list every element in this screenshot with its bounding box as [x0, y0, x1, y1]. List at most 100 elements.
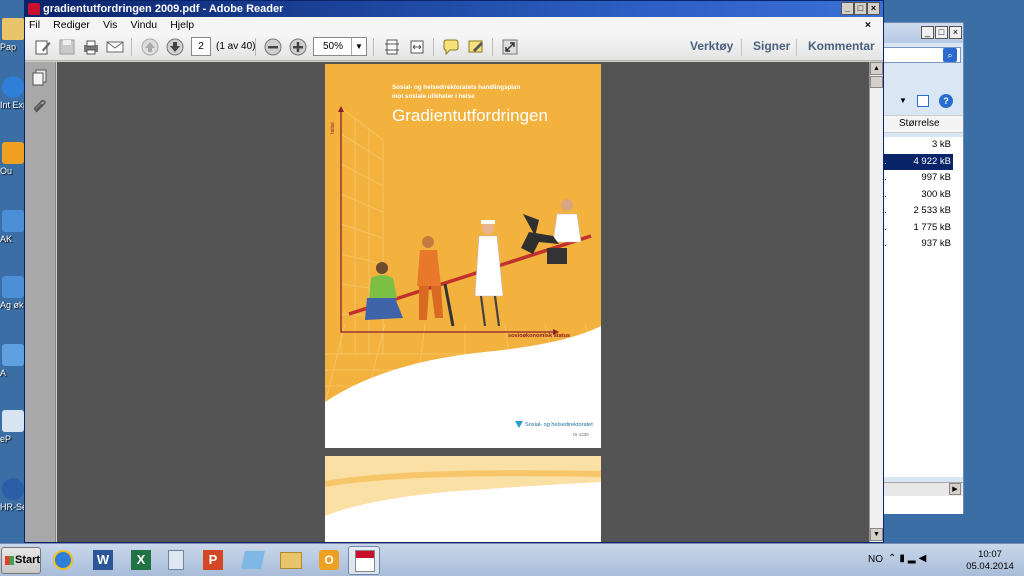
outlook-icon: [2, 142, 24, 164]
sign-link[interactable]: Signer: [753, 39, 790, 53]
previous-page-icon[interactable]: [141, 38, 159, 56]
signal-icon[interactable]: ▂: [908, 553, 919, 564]
desktop-icon[interactable]: HR-Se: [0, 478, 26, 512]
explorer-titlebar[interactable]: _ □ ×: [881, 23, 963, 43]
adobe-reader-icon: [355, 550, 375, 572]
taskbar-outlook[interactable]: O: [312, 546, 344, 575]
dropdown-arrow-icon[interactable]: ▼: [899, 96, 907, 105]
desktop-icon[interactable]: Ou: [0, 142, 26, 176]
close-button[interactable]: ×: [949, 26, 962, 39]
column-header-size[interactable]: Størrelse: [899, 118, 940, 129]
attachments-icon[interactable]: [31, 98, 49, 116]
taskbar-powerpoint[interactable]: P: [196, 546, 228, 575]
list-item[interactable]: . 997 kB: [881, 170, 963, 187]
create-edit-icon[interactable]: [34, 38, 52, 56]
row-marker: .: [884, 172, 887, 183]
scroll-thumb[interactable]: [870, 76, 883, 88]
minimize-button[interactable]: _: [841, 2, 854, 15]
list-item[interactable]: . 1 775 kB: [881, 220, 963, 237]
taskbar-excel[interactable]: X: [124, 546, 156, 575]
scroll-up-button[interactable]: ▲: [870, 62, 883, 75]
taskbar-adobe-reader[interactable]: [348, 546, 380, 575]
subtitle-line: Sosial- og helsedirektoratets handlingsp…: [392, 84, 521, 91]
taskbar-explorer[interactable]: [274, 546, 306, 575]
save-icon[interactable]: [58, 38, 76, 56]
file-size: 2 533 kB: [913, 205, 952, 216]
taskbar-internet-explorer[interactable]: [46, 546, 78, 575]
shortcut-icon: [2, 276, 24, 298]
menu-window[interactable]: Vindu: [130, 17, 157, 33]
desktop-icon[interactable]: Ag økon: [0, 276, 26, 310]
desktop-icon-label: eP: [0, 434, 12, 444]
zoom-out-icon[interactable]: [264, 38, 282, 56]
desktop-icon[interactable]: eP: [0, 410, 26, 444]
network-icon[interactable]: ▮: [899, 553, 908, 564]
help-icon[interactable]: ?: [939, 94, 953, 108]
zoom-in-icon[interactable]: [289, 38, 307, 56]
desktop-icon[interactable]: Pap: [0, 18, 26, 52]
horizontal-scrollbar[interactable]: ▶: [881, 482, 963, 496]
menu-view[interactable]: Vis: [103, 17, 117, 33]
taskbar-app[interactable]: [236, 546, 268, 575]
close-document-button[interactable]: ×: [865, 17, 871, 33]
fit-page-icon[interactable]: [383, 38, 401, 56]
minimize-button[interactable]: _: [921, 26, 934, 39]
internet-explorer-icon: [2, 76, 24, 98]
page-number-input[interactable]: 2: [191, 37, 211, 56]
file-size: 4 922 kB: [913, 155, 952, 167]
view-toggle-icon[interactable]: [917, 95, 929, 107]
email-icon[interactable]: [106, 38, 124, 56]
toolbar-separator: [373, 38, 374, 56]
start-button[interactable]: Start: [1, 547, 41, 574]
vertical-scrollbar[interactable]: ▲ ▼: [869, 62, 883, 542]
list-item[interactable]: . 937 kB: [881, 236, 963, 253]
language-indicator[interactable]: NO: [868, 554, 883, 565]
highlight-icon[interactable]: [467, 38, 485, 56]
adobe-reader-window[interactable]: gradientutfordringen 2009.pdf - Adobe Re…: [24, 0, 884, 543]
close-button[interactable]: ×: [867, 2, 880, 15]
list-item[interactable]: . 2 533 kB: [881, 203, 963, 220]
reader-titlebar[interactable]: gradientutfordringen 2009.pdf - Adobe Re…: [25, 1, 883, 17]
show-hidden-icons-icon[interactable]: ⌃: [888, 553, 899, 564]
print-icon[interactable]: [82, 38, 100, 56]
desktop-icon[interactable]: Int Exp: [0, 76, 26, 110]
toolbar-separator: [492, 38, 493, 56]
scroll-right-button[interactable]: ▶: [949, 483, 961, 495]
clock-date: 05.04.2014: [966, 561, 1014, 572]
clock[interactable]: 10:07 05.04.2014: [960, 549, 1020, 573]
toolbar-separator: [131, 38, 132, 56]
explorer-window[interactable]: _ □ × ⌕ ▼ ? Størrelse 3 kB . 4 922 kB . 99…: [880, 22, 964, 514]
system-tray[interactable]: ⌃▮▂◀: [888, 553, 954, 567]
menu-help[interactable]: Hjelp: [170, 17, 194, 33]
pdf-page-1: Sosial- og helsedirektoratets handlingsp…: [325, 64, 601, 448]
maximize-button[interactable]: □: [935, 26, 948, 39]
list-item[interactable]: 3 kB: [881, 137, 963, 154]
taskbar-word[interactable]: W: [86, 546, 118, 575]
comment-icon[interactable]: [442, 38, 460, 56]
start-label: Start: [15, 554, 41, 566]
menu-file[interactable]: Fil: [29, 17, 40, 33]
desktop-icon[interactable]: A: [0, 344, 26, 378]
menu-bar: Fil Rediger Vis Vindu Hjelp ×: [25, 17, 883, 33]
scroll-down-button[interactable]: ▼: [870, 528, 883, 541]
zoom-dropdown-icon[interactable]: ▼: [351, 38, 366, 55]
tools-link[interactable]: Verktøy: [690, 39, 733, 53]
desktop-icon[interactable]: AK: [0, 210, 26, 244]
maximize-button[interactable]: □: [854, 2, 867, 15]
menu-edit[interactable]: Rediger: [53, 17, 90, 33]
fit-width-icon[interactable]: [408, 38, 426, 56]
volume-icon[interactable]: ◀: [919, 553, 930, 564]
list-item-selected[interactable]: . 4 922 kB: [881, 153, 953, 170]
comment-link[interactable]: Kommentar: [808, 39, 875, 53]
search-icon[interactable]: ⌕: [943, 48, 957, 62]
explorer-toolbar: ▼ ?: [881, 91, 963, 115]
full-screen-icon[interactable]: [501, 38, 519, 56]
page-thumbnails-icon[interactable]: [31, 68, 49, 86]
next-page-icon[interactable]: [166, 38, 184, 56]
pdf-page-2: [325, 456, 601, 542]
document-view[interactable]: Sosial- og helsedirektoratets handlingsp…: [57, 62, 869, 542]
taskbar-calculator[interactable]: [160, 546, 192, 575]
list-item[interactable]: . 300 kB: [881, 187, 963, 204]
toolbar-separator: [255, 38, 256, 56]
column-header[interactable]: Størrelse: [881, 115, 963, 133]
